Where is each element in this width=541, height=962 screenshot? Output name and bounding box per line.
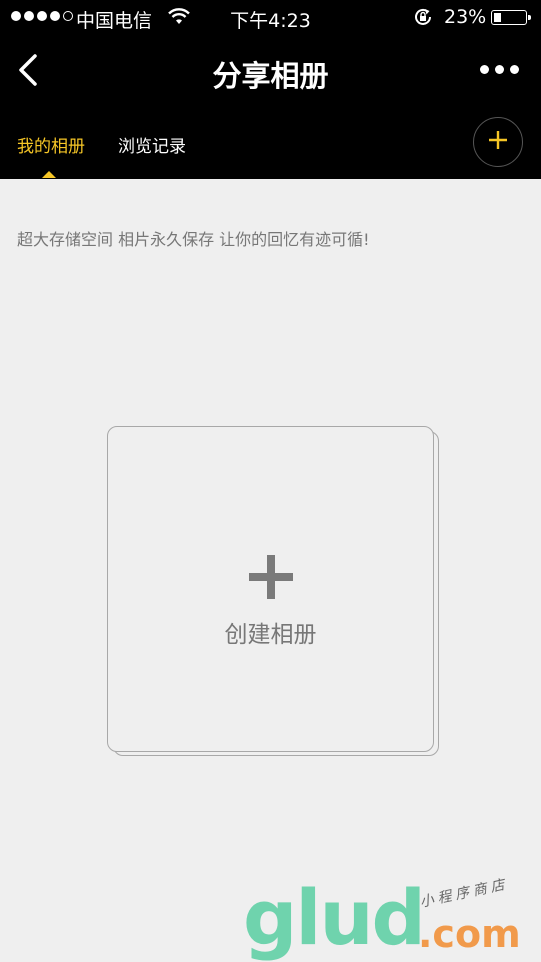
more-options-icon[interactable] xyxy=(480,65,519,74)
create-album-card[interactable]: 创建相册 xyxy=(107,426,434,752)
status-bar: 中国电信 下午4:23 23% xyxy=(0,0,541,35)
battery-percent: 23% xyxy=(444,6,487,28)
watermark-logo: glud xyxy=(243,873,426,962)
page-title: 分享相册 xyxy=(212,59,329,93)
tab-bar: 我的相册 浏览记录 xyxy=(0,107,541,179)
tab-my-albums[interactable]: 我的相册 xyxy=(17,132,85,157)
tagline-text: 超大存储空间 相片永久保存 让你的回忆有迹可循! xyxy=(17,230,370,249)
watermark-domain: .com xyxy=(418,912,521,956)
active-tab-indicator xyxy=(42,171,56,178)
create-album-label: 创建相册 xyxy=(224,622,317,648)
plus-icon xyxy=(488,130,508,154)
watermark-tag: 小程序商店 xyxy=(418,876,510,911)
plus-icon xyxy=(249,555,293,603)
rotation-lock-icon xyxy=(413,7,433,32)
battery-icon xyxy=(491,10,531,25)
add-button[interactable] xyxy=(473,117,523,167)
nav-bar: 分享相册 xyxy=(0,35,541,107)
tab-browse-history[interactable]: 浏览记录 xyxy=(118,132,186,157)
